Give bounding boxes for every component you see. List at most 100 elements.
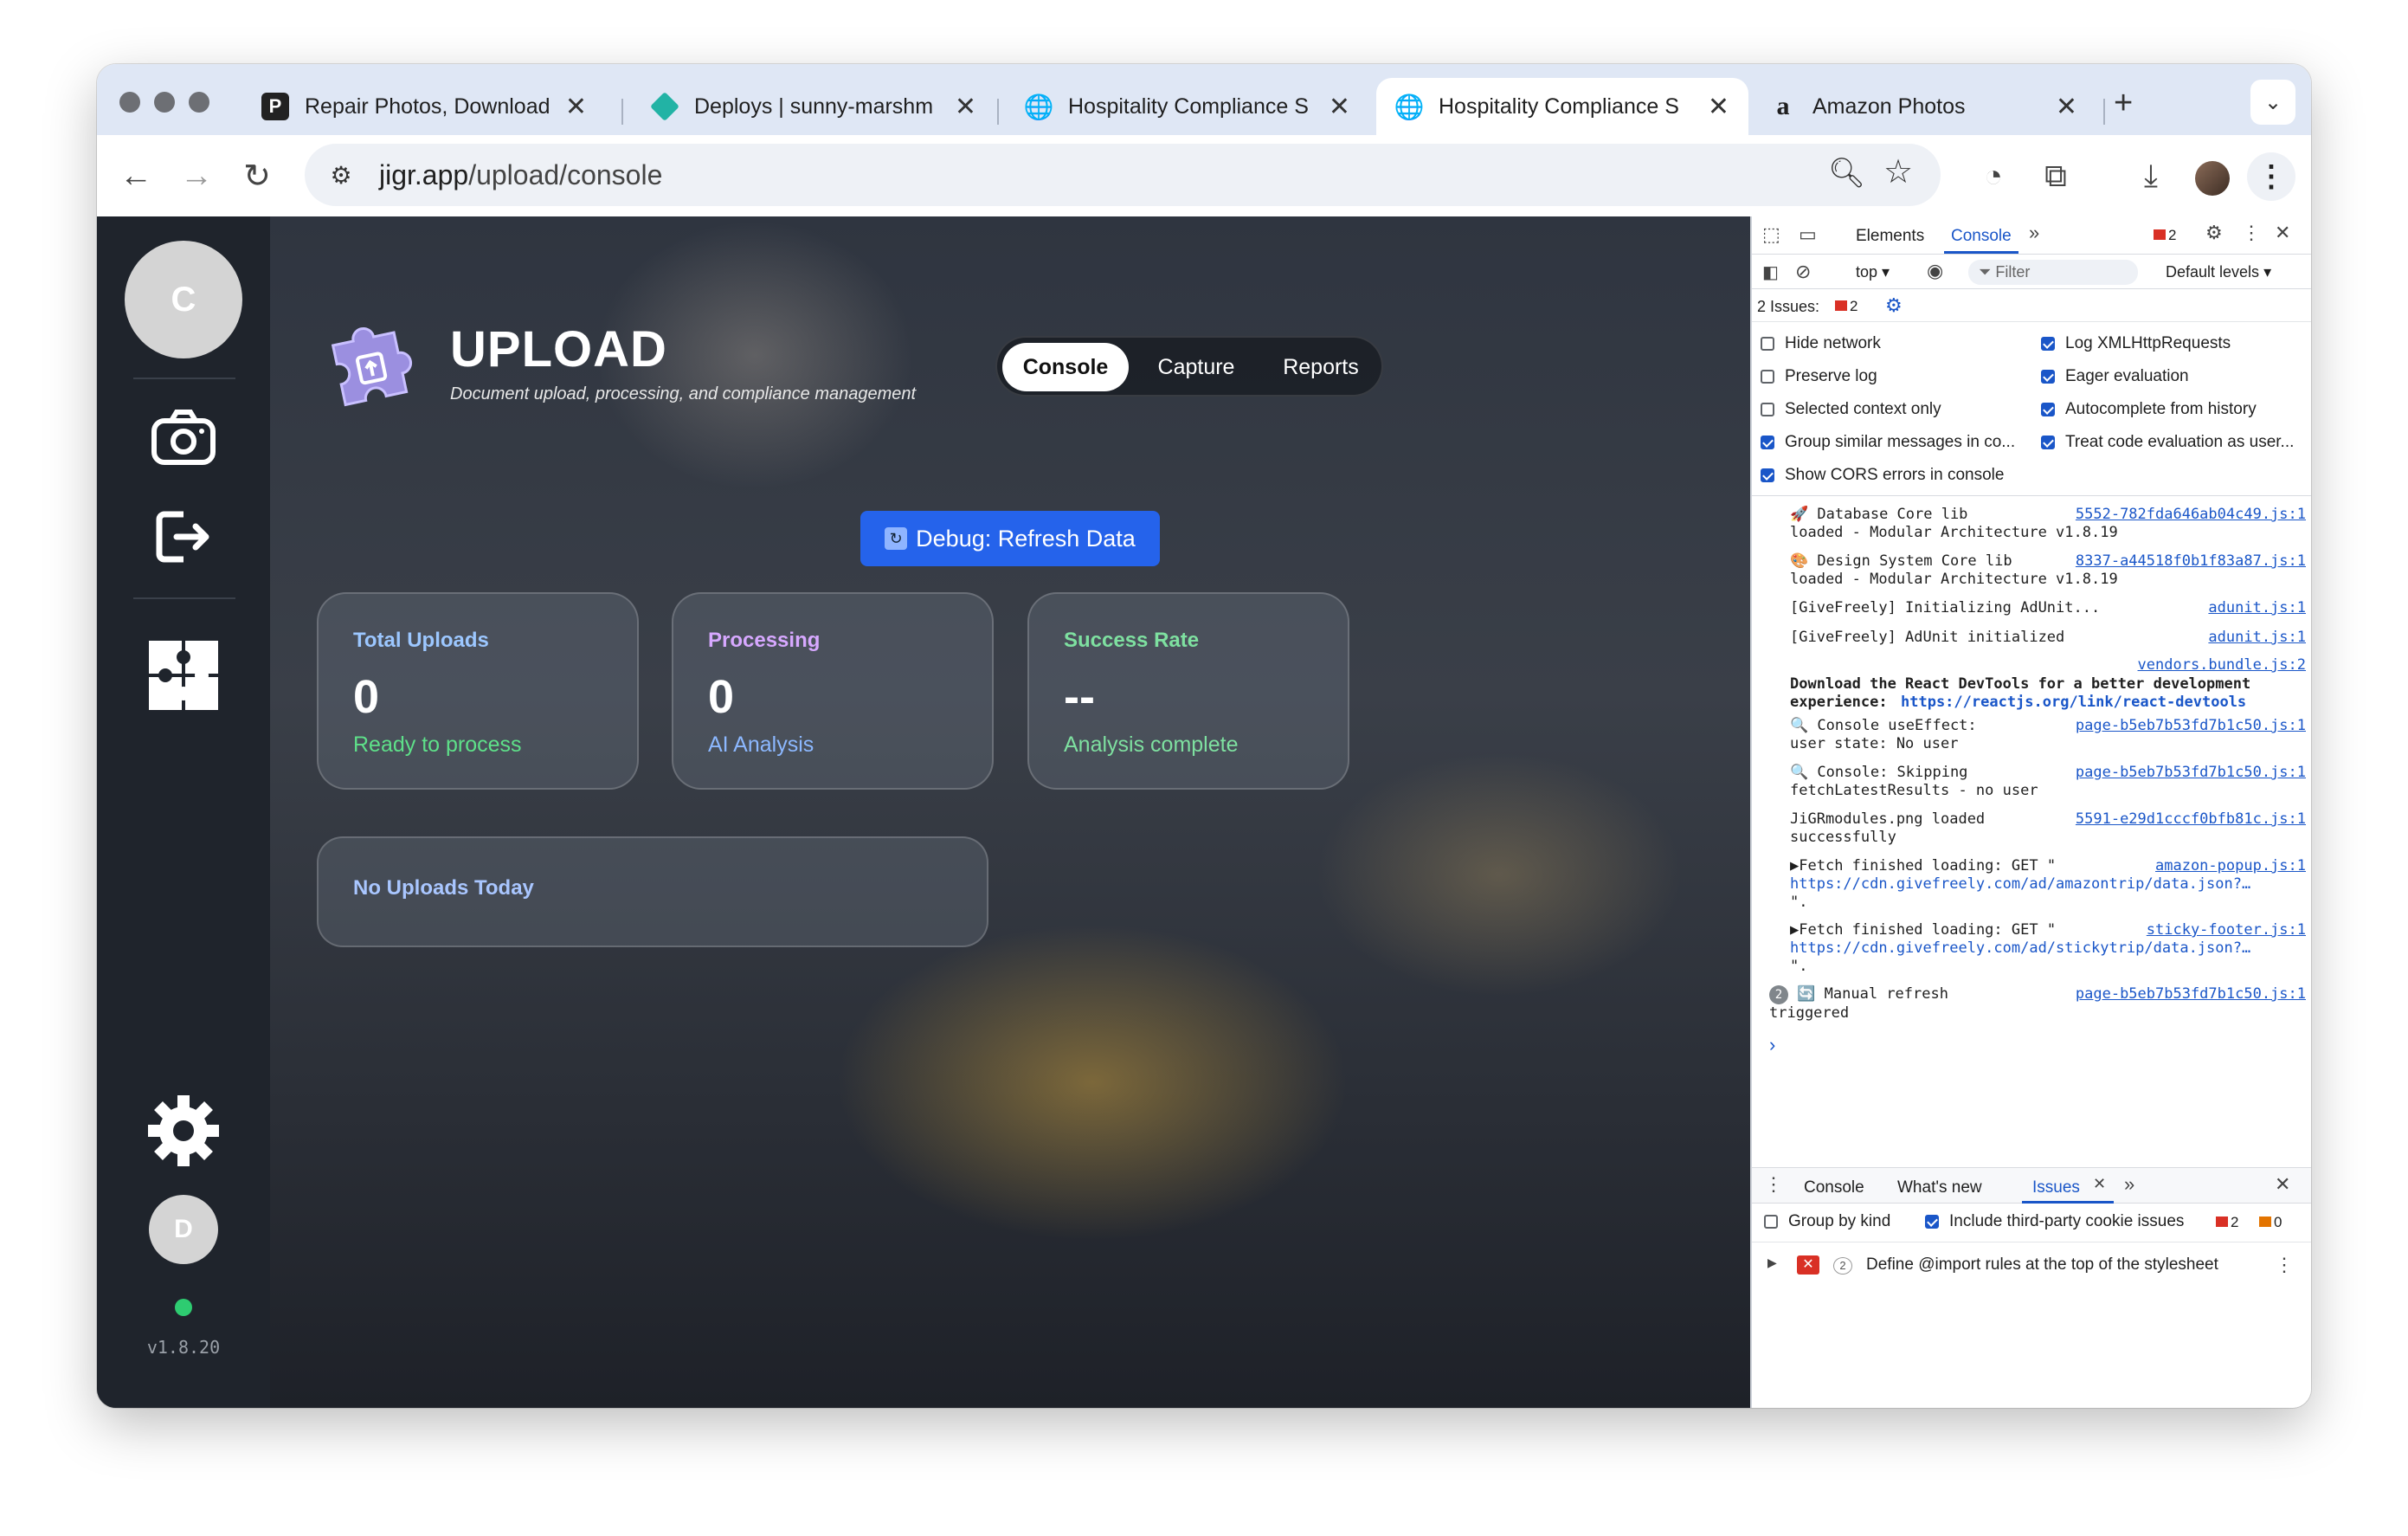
devtools-close-icon[interactable]: ✕ [2275, 222, 2290, 244]
minimize-window-button[interactable] [154, 92, 175, 113]
error-count-badge[interactable]: 2 [2154, 227, 2176, 244]
checkbox[interactable] [1925, 1215, 1939, 1229]
sidebar-item-settings[interactable] [125, 1087, 242, 1174]
sidebar-toggle-icon[interactable]: ◧ [1762, 261, 1779, 283]
log-source-link[interactable]: page-b5eb7b53fd7b1c50.js:1 [2076, 985, 2306, 1004]
log-source-link[interactable]: page-b5eb7b53fd7b1c50.js:1 [2076, 717, 2306, 735]
checkbox[interactable] [2041, 403, 2055, 416]
checkbox[interactable] [2041, 436, 2055, 449]
setting-preserve-log[interactable]: Preserve log [1761, 367, 1877, 386]
more-drawer-tabs-icon[interactable]: » [2124, 1173, 2134, 1196]
checkbox[interactable] [1761, 337, 1774, 351]
address-bar[interactable]: ⚙ jigr.app/upload/console 🔍︎ ☆ [305, 144, 1941, 206]
sidebar-item-logout[interactable] [125, 502, 242, 571]
tab-hospitality-compliance[interactable]: 🌐 Hospitality Compliance S ✕ [1006, 78, 1369, 135]
close-window-button[interactable] [119, 92, 140, 113]
setting-hide-network[interactable]: Hide network [1761, 334, 1881, 353]
setting-selected-context-only[interactable]: Selected context only [1761, 400, 1941, 419]
setting-group-similar[interactable]: Group similar messages in co... [1761, 433, 2015, 452]
site-settings-icon[interactable]: ⚙ [324, 158, 358, 192]
log-source-link[interactable]: amazon-popup.js:1 [2155, 857, 2306, 875]
checkbox[interactable] [1761, 468, 1774, 482]
devtools-tab-console[interactable]: Console [1951, 227, 2012, 246]
option-include-third-party[interactable]: Include third-party cookie issues [1925, 1212, 2184, 1231]
close-tab-icon[interactable]: ✕ [955, 92, 976, 122]
context-select[interactable]: top ▾ [1856, 263, 1890, 281]
devtools-tab-elements[interactable]: Elements [1856, 227, 1924, 246]
new-tab-button[interactable]: + [2114, 85, 2133, 122]
setting-log-xhr[interactable]: Log XMLHttpRequests [2041, 334, 2231, 353]
reload-button[interactable]: ↻ [234, 152, 280, 199]
drawer-tab-whats-new[interactable]: What's new [1897, 1178, 1982, 1197]
fetch-url-link[interactable]: https://cdn.givefreely.com/ad/amazontrip… [1790, 875, 2250, 893]
zoom-icon[interactable]: 🔍︎ [1828, 156, 1865, 190]
expand-triangle-icon[interactable]: ▶ [1790, 857, 1799, 874]
checkbox[interactable] [2041, 337, 2055, 351]
log-source-link[interactable]: vendors.bundle.js:2 [2138, 656, 2306, 674]
sidebar-item-modules[interactable] [125, 632, 242, 719]
setting-treat-code-evaluation[interactable]: Treat code evaluation as user... [2041, 433, 2294, 452]
clear-console-icon[interactable]: ⊘ [1795, 261, 1811, 283]
log-source-link[interactable]: 5552-782fda646ab04c49.js:1 [2076, 506, 2306, 524]
fetch-url-link[interactable]: https://cdn.givefreely.com/ad/stickytrip… [1790, 939, 2250, 957]
back-button[interactable]: ← [113, 152, 159, 199]
close-tab-icon[interactable]: ✕ [1708, 92, 1729, 122]
device-toolbar-icon[interactable]: ▭ [1799, 223, 1817, 246]
option-group-by-kind[interactable]: Group by kind [1764, 1212, 1890, 1231]
extensions-puzzle-icon[interactable]: ⧉ [2032, 152, 2079, 199]
company-avatar[interactable]: C [125, 241, 242, 358]
checkbox[interactable] [2041, 370, 2055, 384]
react-devtools-link[interactable]: https://reactjs.org/link/react-devtools [1901, 694, 2246, 712]
log-source-link[interactable]: adunit.js:1 [2208, 599, 2306, 617]
tab-reports[interactable]: Reports [1262, 343, 1380, 391]
inspect-element-icon[interactable]: ⬚ [1762, 223, 1780, 246]
drawer-tab-console[interactable]: Console [1804, 1178, 1864, 1197]
checkbox[interactable] [1761, 436, 1774, 449]
issue-menu-icon[interactable]: ⋮ [2275, 1254, 2294, 1276]
log-source-link[interactable]: adunit.js:1 [2208, 629, 2306, 647]
log-source-link[interactable]: sticky-footer.js:1 [2147, 921, 2306, 939]
expand-triangle-icon[interactable]: ▶ [1767, 1255, 1777, 1270]
tab-repair-photos[interactable]: P Repair Photos, Download ✕ [242, 78, 606, 135]
tab-console[interactable]: Console [1002, 343, 1129, 391]
setting-show-cors[interactable]: Show CORS errors in console [1761, 466, 2004, 485]
log-source-link[interactable]: 8337-a44518f0b1f83a87.js:1 [2076, 552, 2306, 571]
checkbox[interactable] [1761, 370, 1774, 384]
close-issues-tab-icon[interactable]: ✕ [2093, 1175, 2106, 1193]
extension-loading-icon[interactable]: ◔ [1970, 152, 2017, 199]
checkbox[interactable] [1761, 403, 1774, 416]
devtools-settings-icon[interactable]: ⚙ [2205, 222, 2223, 244]
bookmark-star-icon[interactable]: ☆ [1883, 152, 1913, 191]
tab-amazon-photos[interactable]: a Amazon Photos ✕ [1750, 78, 2096, 135]
browser-menu-button[interactable]: ⋮ [2247, 152, 2295, 201]
expand-triangle-icon[interactable]: ▶ [1790, 921, 1799, 939]
more-tabs-icon[interactable]: » [2029, 222, 2039, 244]
log-source-link[interactable]: 5591-e29d1cccf0bfb81c.js:1 [2076, 810, 2306, 829]
live-expression-eye-icon[interactable]: ◉ [1927, 260, 1943, 282]
tab-search-button[interactable]: ⌄ [2250, 80, 2295, 125]
console-filter-input[interactable]: ⏷ Filter [1968, 260, 2138, 285]
issues-settings-icon[interactable]: ⚙ [1885, 294, 1903, 317]
tab-deploys[interactable]: Deploys | sunny-marshm ✕ [632, 78, 995, 135]
devtools-menu-icon[interactable]: ⋮ [2242, 222, 2261, 244]
log-levels-select[interactable]: Default levels ▾ [2166, 263, 2271, 281]
setting-eager-evaluation[interactable]: Eager evaluation [2041, 367, 2189, 386]
drawer-tab-issues[interactable]: Issues [2032, 1178, 2080, 1197]
drawer-menu-icon[interactable]: ⋮ [1764, 1173, 1783, 1196]
profile-avatar[interactable] [2195, 161, 2230, 196]
setting-autocomplete-history[interactable]: Autocomplete from history [2041, 400, 2257, 419]
tab-hospitality-compliance-active[interactable]: 🌐 Hospitality Compliance S ✕ [1376, 78, 1748, 135]
close-tab-icon[interactable]: ✕ [2056, 92, 2077, 122]
tab-capture[interactable]: Capture [1136, 343, 1257, 391]
console-prompt-icon[interactable]: › [1769, 1034, 1775, 1056]
close-drawer-icon[interactable]: ✕ [2275, 1173, 2290, 1196]
user-avatar[interactable]: D [149, 1195, 218, 1264]
close-tab-icon[interactable]: ✕ [565, 92, 587, 122]
close-tab-icon[interactable]: ✕ [1329, 92, 1350, 122]
forward-button[interactable]: → [173, 152, 220, 199]
log-source-link[interactable]: page-b5eb7b53fd7b1c50.js:1 [2076, 764, 2306, 782]
checkbox[interactable] [1764, 1215, 1778, 1229]
issue-row[interactable]: ▶ ✕ 2 Define @import rules at the top of… [1752, 1252, 2311, 1283]
download-icon[interactable]: ⤓ [2128, 152, 2174, 199]
debug-refresh-button[interactable]: ↻ Debug: Refresh Data [860, 511, 1160, 566]
